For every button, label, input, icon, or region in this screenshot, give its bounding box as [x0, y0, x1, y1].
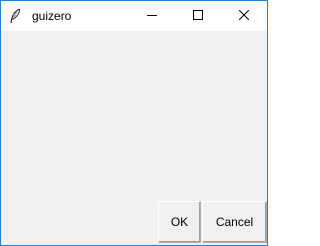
feather-icon — [8, 8, 22, 24]
window-title: guizero — [32, 9, 72, 23]
maximize-button[interactable] — [175, 1, 221, 31]
minimize-button[interactable] — [129, 1, 175, 31]
title-bar[interactable]: guizero — [1, 1, 267, 31]
window-content: OK Cancel — [1, 31, 267, 245]
cancel-button[interactable]: Cancel — [202, 201, 267, 243]
close-icon — [238, 7, 250, 25]
ok-button[interactable]: OK — [158, 201, 201, 243]
app-window: guizero OK Cancel — [0, 0, 268, 246]
minimize-icon — [147, 7, 157, 25]
maximize-icon — [193, 7, 203, 25]
close-button[interactable] — [221, 1, 267, 31]
